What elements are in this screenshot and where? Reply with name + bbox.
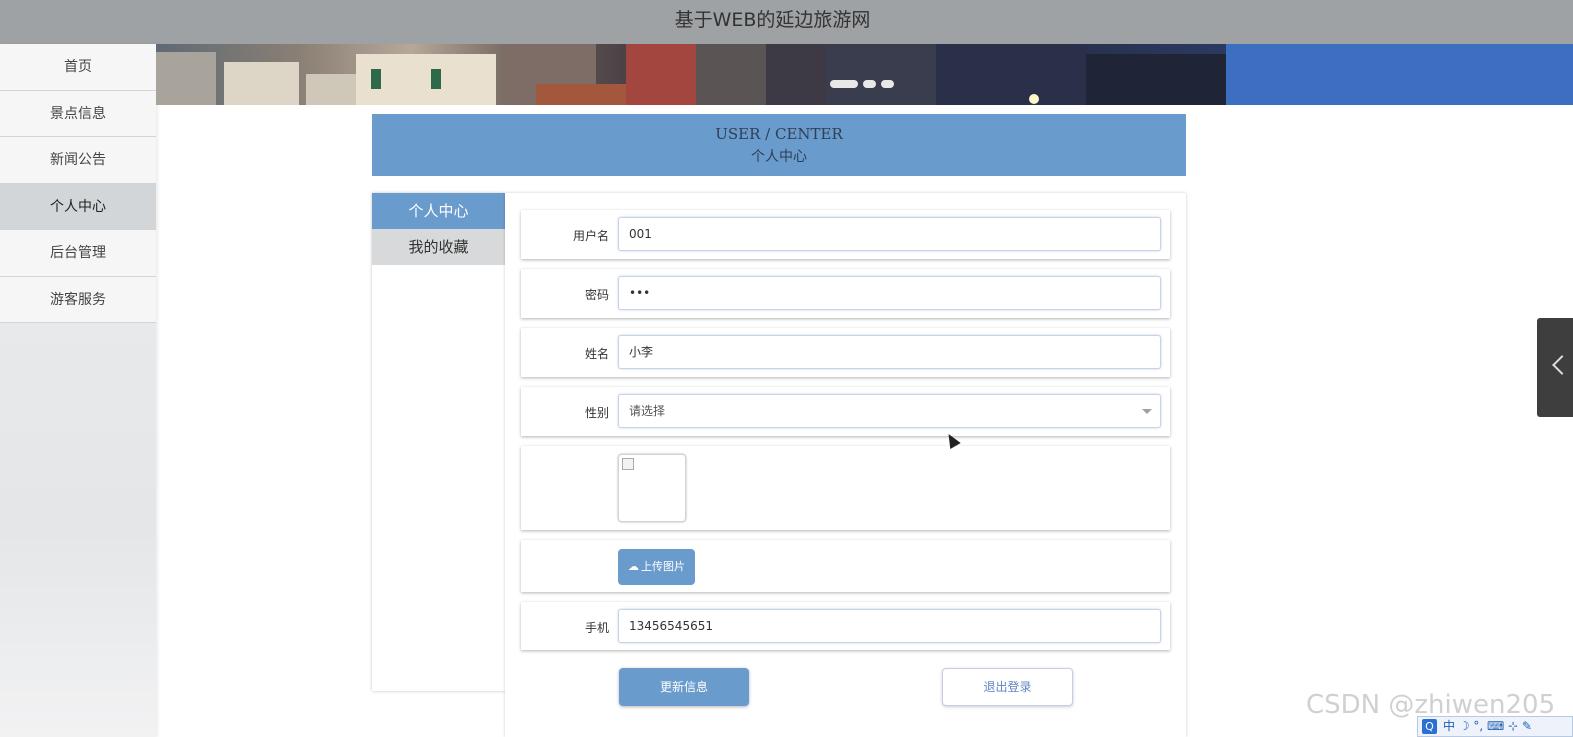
nav-item-attractions[interactable]: 景点信息 <box>0 90 156 137</box>
name-label: 姓名 <box>584 347 609 361</box>
nav-item-visitor-service[interactable]: 游客服务 <box>0 276 156 323</box>
update-info-button[interactable]: 更新信息 <box>619 668 749 706</box>
phone-label: 手机 <box>584 621 609 635</box>
password-input[interactable]: ••• <box>618 276 1161 310</box>
form-row-username: 用户名 001 <box>521 210 1170 259</box>
banner-dot-3[interactable] <box>881 80 894 88</box>
nav-item-admin[interactable]: 后台管理 <box>0 230 156 277</box>
nav-item-news[interactable]: 新闻公告 <box>0 137 156 184</box>
header-english: USER / CENTER <box>715 125 843 143</box>
phone-input[interactable]: 13456545651 <box>618 609 1161 643</box>
username-label: 用户名 <box>572 229 609 243</box>
logout-button[interactable]: 退出登录 <box>942 668 1073 706</box>
broken-image-icon <box>622 458 634 470</box>
header-chinese: 个人中心 <box>751 149 807 165</box>
profile-form: 用户名 001 密码 ••• 姓名 小李 性别 请选择 ☁ 上传图片 手机 134… <box>505 193 1186 737</box>
gender-select[interactable]: 请选择 <box>618 394 1161 428</box>
form-row-phone: 手机 13456545651 <box>521 602 1170 650</box>
site-title: 基于WEB的延边旅游网 <box>674 9 871 31</box>
form-row-password: 密码 ••• <box>521 269 1170 318</box>
banner-pagination <box>830 80 894 88</box>
form-row-name: 姓名 小李 <box>521 328 1170 377</box>
ime-status-text: 中 ☽ °, ⌨ ⊹ ✎ <box>1443 719 1533 733</box>
name-input[interactable]: 小李 <box>618 335 1161 369</box>
upload-image-button[interactable]: ☁ 上传图片 <box>618 549 695 585</box>
side-collapse-tab[interactable] <box>1537 318 1573 417</box>
banner-cityscape <box>156 44 1573 105</box>
banner-image <box>156 44 1573 105</box>
ime-logo-icon: Q <box>1422 719 1437 734</box>
banner-dot-1[interactable] <box>830 80 858 88</box>
banner-dot-2[interactable] <box>863 80 876 88</box>
menu-item-user-center[interactable]: 个人中心 <box>372 193 505 229</box>
user-center-menu: 个人中心 我的收藏 <box>372 193 505 691</box>
gender-select-value: 请选择 <box>629 404 666 418</box>
ime-toolbar[interactable]: Q 中 ☽ °, ⌨ ⊹ ✎ <box>1417 716 1573 737</box>
menu-item-favorites[interactable]: 我的收藏 <box>372 229 505 265</box>
caret-down-icon <box>1142 409 1152 414</box>
nav-item-home[interactable]: 首页 <box>0 44 156 91</box>
top-bar: 基于WEB的延边旅游网 <box>0 0 1573 44</box>
form-row-avatar <box>521 446 1170 530</box>
username-input[interactable]: 001 <box>618 217 1161 251</box>
form-row-upload: ☁ 上传图片 <box>521 540 1170 592</box>
password-label: 密码 <box>584 288 609 302</box>
sidebar-nav: 首页 景点信息 新闻公告 个人中心 后台管理 游客服务 <box>0 44 156 737</box>
user-center-header: USER / CENTER 个人中心 <box>372 114 1186 176</box>
chevron-left-icon <box>1552 355 1572 375</box>
cloud-upload-icon: ☁ <box>628 560 639 573</box>
form-row-gender: 性别 请选择 <box>521 387 1170 436</box>
nav-item-user-center[interactable]: 个人中心 <box>0 183 156 230</box>
upload-button-label: 上传图片 <box>641 560 685 573</box>
avatar-preview <box>618 454 686 522</box>
gender-label: 性别 <box>584 406 609 420</box>
